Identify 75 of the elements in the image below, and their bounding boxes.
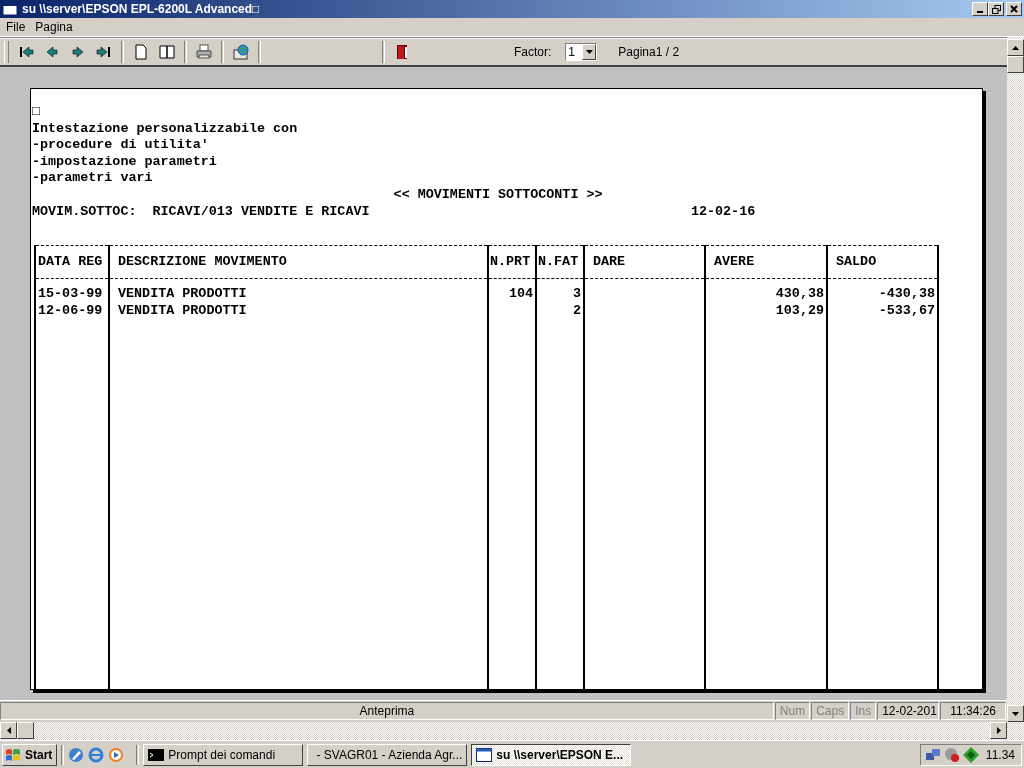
close-icon [1010, 5, 1018, 13]
table-cell-text: 103,29 [774, 302, 825, 320]
single-page-icon [133, 43, 149, 60]
scroll-up-button[interactable] [1007, 39, 1024, 56]
flag-icon [5, 747, 21, 762]
minimize-button[interactable] [972, 2, 988, 16]
page-indicator: Pagina1 / 2 [618, 44, 680, 59]
network-icon [924, 746, 941, 763]
scroll-thumb[interactable] [1007, 56, 1024, 73]
table-cell-text: 104 [507, 286, 534, 303]
exit-door-icon [394, 43, 410, 60]
table-cell-text: -533,67 [877, 302, 936, 320]
status-time: 11:34:26 [940, 702, 1006, 720]
next-page-icon [70, 43, 86, 60]
restore-icon [991, 4, 1001, 14]
start-button[interactable]: Start [2, 743, 58, 766]
header-line: -parametri vari [32, 170, 153, 187]
table-cell-text: 12-06-99 [37, 302, 104, 320]
console-icon [148, 748, 165, 761]
menu-item[interactable]: File [2, 20, 30, 34]
table-cell-text: 2 [571, 302, 582, 320]
printer-icon [196, 43, 212, 60]
scroll-left-button[interactable] [0, 722, 17, 739]
first-page-icon [18, 43, 34, 60]
up-arrow-icon [1012, 45, 1019, 50]
down-arrow-icon [1012, 711, 1019, 716]
column-header: N.FAT [537, 245, 583, 280]
table-cell-text: VENDITA PRODOTTI [117, 286, 248, 303]
column-header: DARE [585, 245, 704, 280]
globe-icon [233, 43, 249, 60]
column-header: DESCRIZIONE MOVIMENTO [110, 245, 487, 280]
table-cell-text: 15-03-99 [37, 286, 104, 303]
status-date: 12-02-201 [877, 702, 940, 720]
key-indicator: Caps [811, 702, 850, 720]
table-cell-text: VENDITA PRODOTTI [117, 302, 248, 320]
restore-button[interactable] [988, 2, 1004, 16]
factor-label: Factor: [514, 44, 552, 59]
scroll-thumb[interactable] [17, 722, 34, 739]
window-icon [2, 2, 18, 16]
last-page-icon [96, 43, 112, 60]
menu-item[interactable]: Pagina [31, 20, 77, 34]
status-message: Anteprima [0, 702, 774, 720]
clock: 11.34 [985, 747, 1015, 762]
two-pages-icon [159, 43, 175, 60]
column-header: N.PRT [489, 245, 535, 280]
diamond-icon [962, 746, 979, 763]
header-line: □ [32, 104, 41, 121]
report-title: << MOVIMENTI SOTTOCONTI >> [392, 186, 603, 204]
column-header: SALDO [828, 245, 937, 280]
taskbar-button[interactable]: su \\server\EPSON E... [471, 743, 632, 766]
factor-dropdown[interactable]: 1 [565, 42, 598, 61]
table-cell-text: 430,38 [774, 286, 825, 303]
key-indicator: Num [774, 702, 811, 720]
column-header: AVERE [706, 245, 826, 280]
header-line: Intestazione personalizzabile con [32, 120, 298, 138]
header-line: -procedure di utilita' [32, 137, 209, 154]
left-arrow-icon [6, 727, 11, 734]
scroll-right-button[interactable] [990, 722, 1007, 739]
key-indicator: Ins [850, 702, 877, 720]
right-arrow-icon [996, 727, 1001, 734]
taskbar-button[interactable]: - SVAGR01 - Azienda Agr... [307, 743, 468, 766]
header-line: -impostazione parametri [32, 153, 217, 171]
caret-icon [585, 49, 593, 54]
close-button[interactable] [1006, 2, 1022, 16]
table-cell-text: -430,38 [877, 286, 936, 303]
taskbar-button[interactable]: Prompt dei comandi [143, 743, 304, 766]
scroll-down-button[interactable] [1007, 705, 1024, 722]
media-player-icon[interactable] [108, 746, 125, 763]
window-title: su \\server\EPSON EPL-6200L Advanced□ [22, 2, 261, 16]
table-cell-text: 3 [571, 286, 582, 303]
previous-page-icon [44, 43, 60, 60]
account-line: MOVIM.SOTTOC: RICAVI/013 VENDITE E RICAVI [32, 203, 371, 221]
report-date: 12-02-16 [690, 203, 756, 221]
column-header: DATA REG [36, 245, 108, 280]
window-icon [476, 747, 493, 762]
